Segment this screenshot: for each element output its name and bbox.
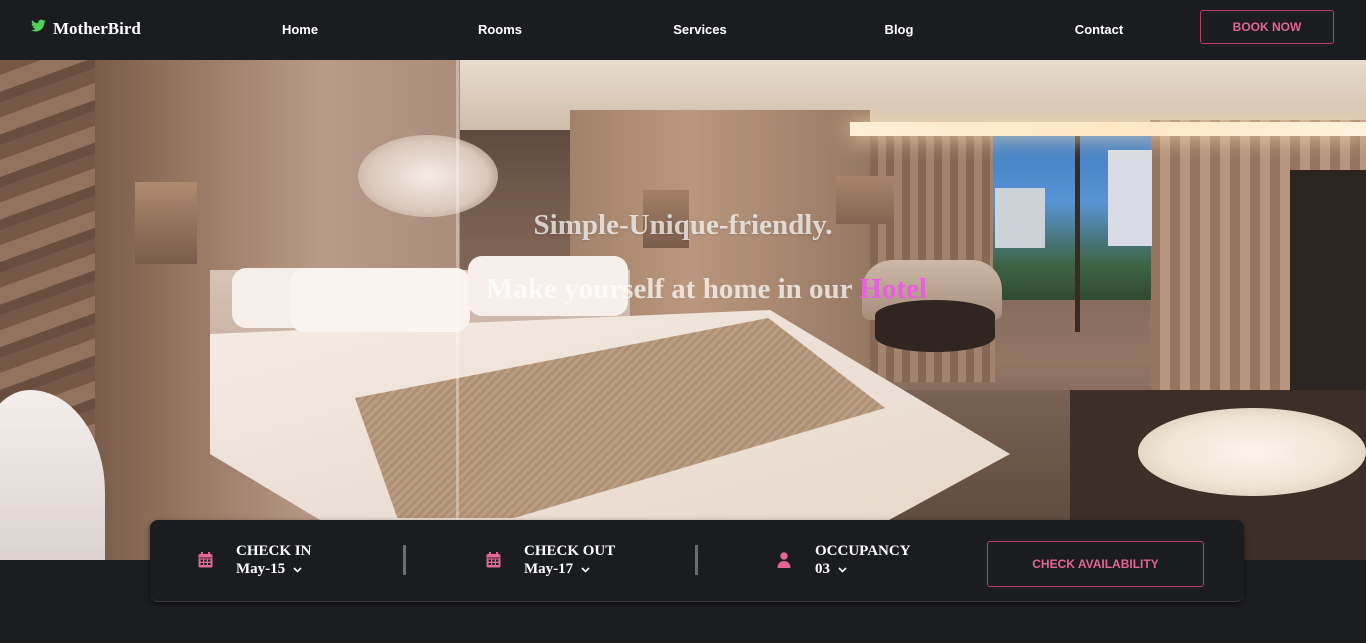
navbar: MotherBird Home Rooms Services Blog Cont… bbox=[0, 0, 1366, 60]
calendar-icon bbox=[486, 552, 502, 568]
check-in-label: CHECK IN bbox=[236, 543, 312, 559]
check-out-value[interactable]: May-17 bbox=[524, 560, 615, 578]
chevron-down-icon[interactable] bbox=[581, 560, 590, 578]
check-availability-button[interactable]: CHECK AVAILABILITY bbox=[987, 541, 1204, 587]
check-out-field[interactable]: CHECK OUT May-17 bbox=[486, 542, 615, 578]
occupancy-value[interactable]: 03 bbox=[815, 560, 911, 578]
person-icon bbox=[777, 552, 793, 568]
check-in-date: May-15 bbox=[236, 561, 286, 577]
chevron-down-icon[interactable] bbox=[293, 560, 302, 578]
nav-blog[interactable]: Blog bbox=[885, 22, 914, 37]
headline-accent: Hotel bbox=[859, 273, 927, 305]
occupancy-field[interactable]: OCCUPANCY 03 bbox=[777, 542, 911, 578]
nav-contact[interactable]: Contact bbox=[1075, 22, 1123, 37]
nav-home[interactable]: Home bbox=[282, 22, 318, 37]
occupancy-count: 03 bbox=[815, 561, 830, 577]
divider bbox=[403, 545, 406, 575]
hero-tagline: Simple-Unique-friendly. bbox=[533, 209, 833, 241]
check-in-field[interactable]: CHECK IN May-15 bbox=[198, 542, 311, 578]
nav-rooms[interactable]: Rooms bbox=[478, 22, 522, 37]
check-in-value[interactable]: May-15 bbox=[236, 560, 311, 578]
calendar-icon bbox=[198, 552, 214, 568]
occupancy-label: OCCUPANCY bbox=[815, 543, 911, 559]
hero-image bbox=[0, 60, 1366, 560]
divider bbox=[695, 545, 698, 575]
book-now-button[interactable]: BOOK NOW bbox=[1200, 10, 1334, 44]
check-out-date: May-17 bbox=[524, 561, 574, 577]
brand-logo[interactable]: MotherBird bbox=[30, 18, 141, 39]
check-out-label: CHECK OUT bbox=[524, 543, 616, 559]
booking-bar: CHECK IN May-15 CHECK OUT May-17 OCCUPAN… bbox=[150, 520, 1244, 602]
nav-services[interactable]: Services bbox=[673, 22, 727, 37]
hero-headline: Make yourself at home in our Hotel bbox=[0, 273, 1366, 306]
headline-text: Make yourself at home in our bbox=[486, 273, 860, 305]
brand-name: MotherBird bbox=[53, 18, 141, 38]
chevron-down-icon[interactable] bbox=[838, 560, 847, 578]
twitter-bird-icon bbox=[30, 18, 47, 39]
